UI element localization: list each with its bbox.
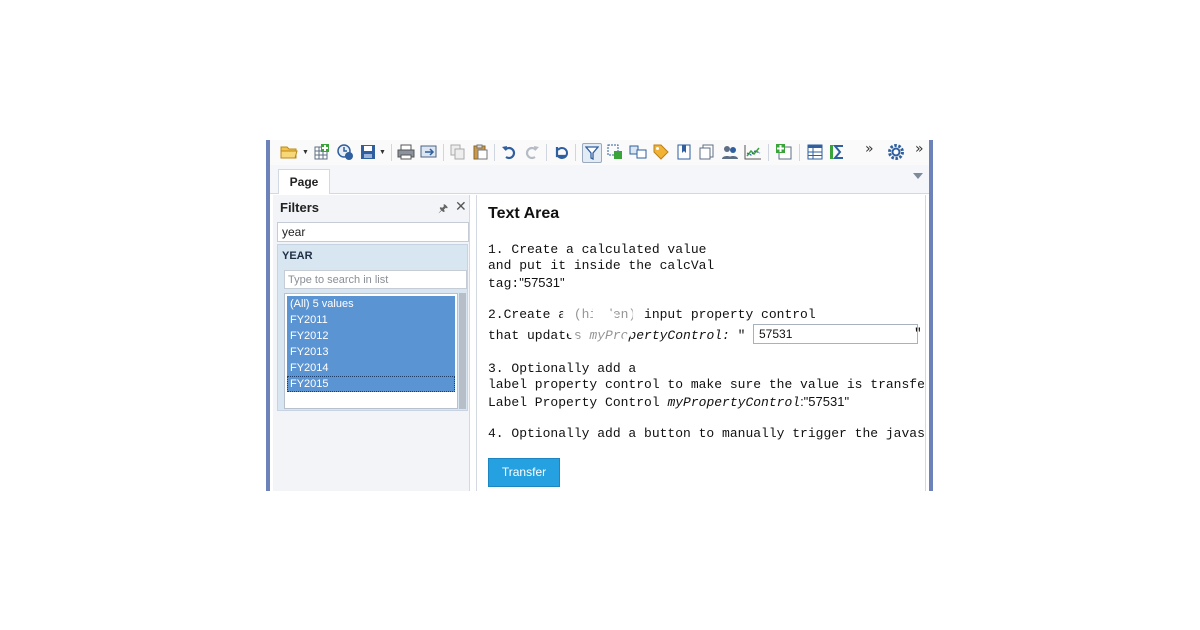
paste-icon[interactable] <box>471 143 489 161</box>
step1-line3: tag:"57531" <box>488 275 565 292</box>
list-item[interactable]: FY2013 <box>287 344 455 360</box>
copy-icon[interactable] <box>449 143 467 161</box>
new-visualization-icon[interactable] <box>775 143 793 161</box>
pages-icon[interactable] <box>698 143 716 161</box>
tab-page[interactable]: Page <box>278 169 330 194</box>
text-area-title: Text Area <box>488 205 560 222</box>
closing-quote: " <box>914 326 922 341</box>
page-tab-bar: Page <box>270 165 929 194</box>
print-icon[interactable] <box>397 143 415 161</box>
save-dropdown-arrow-icon[interactable]: ▼ <box>379 149 386 156</box>
step2-line1: 2.Create a (hidden) input property contr… <box>488 307 816 322</box>
collaboration-icon[interactable] <box>721 143 739 161</box>
save-icon[interactable] <box>359 143 377 161</box>
step3-line1: 3. Optionally add a <box>488 361 637 376</box>
tab-menu-dropdown-icon[interactable] <box>913 173 923 179</box>
play-icon <box>593 299 617 331</box>
transfer-button[interactable]: Transfer <box>488 458 560 487</box>
filter-icon[interactable] <box>582 143 602 163</box>
open-folder-icon[interactable] <box>280 143 298 161</box>
details-icon[interactable] <box>629 143 647 161</box>
sum-icon[interactable] <box>828 143 846 161</box>
property-control-input[interactable]: 57531 <box>753 324 918 344</box>
window-border-right <box>929 140 933 491</box>
reset-icon[interactable] <box>552 143 570 161</box>
filters-title: Filters <box>280 200 320 215</box>
filter-search-input[interactable] <box>277 222 469 242</box>
step4-line1: 4. Optionally add a button to manually t… <box>488 426 926 441</box>
pin-icon[interactable]: 🖈 <box>438 200 448 219</box>
list-item[interactable]: FY2015 <box>287 376 455 392</box>
video-play-button[interactable] <box>563 278 637 352</box>
step1-line1: 1. Create a calculated value <box>488 242 707 257</box>
list-item[interactable]: (All) 5 values <box>287 296 455 312</box>
table-icon[interactable] <box>806 143 824 161</box>
step1-line2: and put it inside the calcVal <box>488 258 715 273</box>
list-item[interactable]: FY2011 <box>287 312 455 328</box>
list-search-input[interactable] <box>284 270 467 289</box>
step3-line3: Label Property Control myPropertyControl… <box>488 394 849 411</box>
list-item[interactable]: FY2012 <box>287 328 455 344</box>
text-area-visualization: Text Area 1. Create a calculated value a… <box>476 195 926 491</box>
close-icon[interactable]: ✕ <box>455 198 467 215</box>
overflow-icon[interactable]: » <box>915 141 924 157</box>
insert-chart-icon[interactable] <box>744 143 762 161</box>
filters-panel: Filters 🖈 ✕ YEAR (All) 5 values FY2011 F… <box>273 195 470 491</box>
marking-icon[interactable] <box>606 143 624 161</box>
toolbar-separator <box>391 144 392 161</box>
listbox-scrollbar[interactable] <box>459 293 466 409</box>
redo-icon[interactable] <box>523 143 541 161</box>
undo-icon[interactable] <box>500 143 518 161</box>
toolbar-separator <box>575 144 576 161</box>
step3-line2: label property control to make sure the … <box>488 377 926 392</box>
year-listbox[interactable]: (All) 5 values FY2011 FY2012 FY2013 FY20… <box>284 293 458 409</box>
more-icon[interactable]: » <box>865 141 874 157</box>
toolbar-separator <box>494 144 495 161</box>
settings-icon[interactable] <box>887 143 905 161</box>
toolbar-separator <box>546 144 547 161</box>
calc-value: "57531" <box>519 275 565 290</box>
step3-prefix: Label Property Control <box>488 395 668 410</box>
list-item[interactable]: FY2014 <box>287 360 455 376</box>
filter-group-year: YEAR (All) 5 values FY2011 FY2012 FY2013… <box>277 244 468 411</box>
open-dropdown-arrow-icon[interactable]: ▼ <box>302 149 309 156</box>
toolbar-separator <box>799 144 800 161</box>
add-data-icon[interactable] <box>312 143 330 161</box>
bookmark-icon[interactable] <box>675 143 693 161</box>
toolbar-separator <box>443 144 444 161</box>
label-property-value: :"57531" <box>800 394 850 409</box>
step2-quote: " <box>729 328 746 343</box>
main-toolbar: ▼ ▼ » » <box>270 140 929 165</box>
export-icon[interactable] <box>420 143 438 161</box>
tags-icon[interactable] <box>652 143 670 161</box>
reload-data-icon[interactable] <box>336 143 354 161</box>
step1-tag-prefix: tag: <box>488 276 520 291</box>
toolbar-separator <box>768 144 769 161</box>
label-property-control-name: myPropertyControl <box>667 395 801 410</box>
filter-group-label[interactable]: YEAR <box>282 250 313 262</box>
